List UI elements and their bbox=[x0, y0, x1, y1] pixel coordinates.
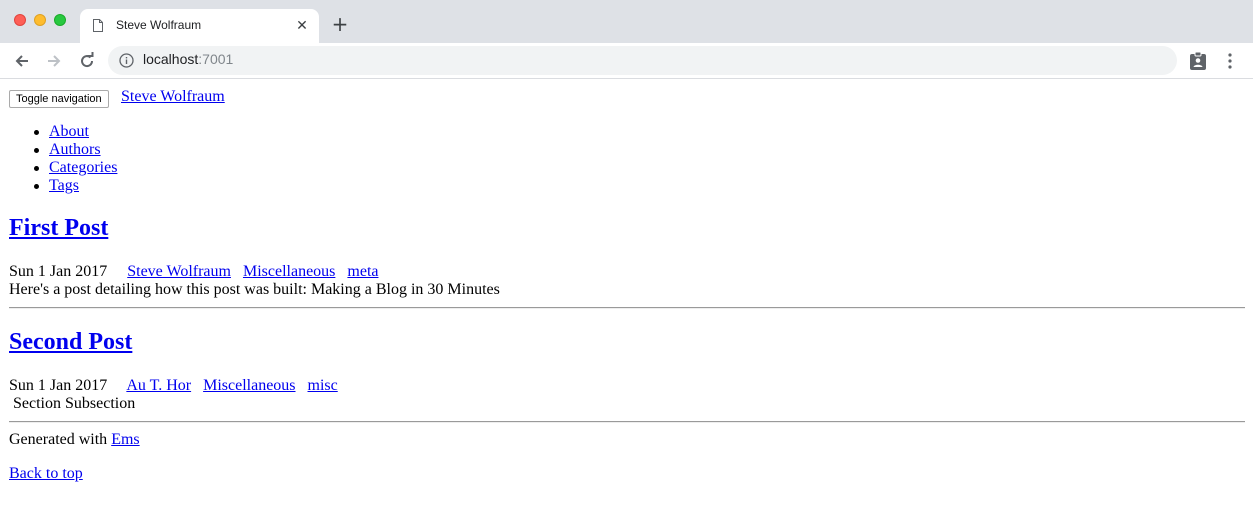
window-minimize-button[interactable] bbox=[34, 14, 46, 26]
post-date: Sun 1 Jan 2017 bbox=[9, 377, 108, 394]
browser-tab-strip: Steve Wolfraum ✕ + bbox=[0, 0, 1253, 43]
post-category-link[interactable]: Miscellaneous bbox=[203, 377, 295, 394]
post-excerpt: Section Subsection bbox=[9, 395, 136, 412]
close-tab-icon[interactable]: ✕ bbox=[294, 18, 310, 34]
nav-item-categories: Categories bbox=[34, 159, 117, 177]
post-title-link[interactable]: First Post bbox=[9, 215, 108, 242]
page-content: Toggle navigation Steve Wolfraum About A… bbox=[0, 79, 1253, 528]
post-category-link[interactable]: Miscellaneous bbox=[243, 263, 335, 280]
clipboard-user-icon[interactable] bbox=[1189, 51, 1207, 71]
forward-arrow-icon[interactable] bbox=[44, 51, 64, 71]
browser-tab[interactable]: Steve Wolfraum ✕ bbox=[80, 9, 319, 43]
toggle-navigation-button[interactable]: Toggle navigation bbox=[9, 90, 109, 108]
browser-toolbar: localhost:7001 bbox=[0, 43, 1253, 79]
nav-item-tags: Tags bbox=[34, 177, 117, 195]
reload-icon[interactable] bbox=[77, 51, 97, 71]
footer-generated: Generated with Ems bbox=[9, 431, 140, 449]
back-arrow-icon[interactable] bbox=[12, 51, 32, 71]
main-nav: About Authors Categories Tags bbox=[34, 123, 117, 195]
nav-item-authors: Authors bbox=[34, 141, 117, 159]
more-vert-icon[interactable] bbox=[1222, 51, 1238, 71]
nav-link-categories[interactable]: Categories bbox=[49, 159, 117, 176]
nav-link-tags[interactable]: Tags bbox=[49, 177, 79, 194]
post-author-link[interactable]: Steve Wolfraum bbox=[127, 263, 231, 280]
post-title-link[interactable]: Second Post bbox=[9, 329, 132, 356]
info-icon[interactable] bbox=[119, 53, 134, 68]
bullet bbox=[34, 148, 39, 153]
post-date: Sun 1 Jan 2017 bbox=[9, 263, 108, 280]
document-icon bbox=[93, 19, 103, 32]
address-bar[interactable]: localhost:7001 bbox=[108, 46, 1177, 75]
url-host: localhost bbox=[143, 51, 199, 67]
post-divider bbox=[9, 421, 1245, 423]
url-text[interactable]: localhost:7001 bbox=[143, 51, 233, 67]
generated-text: Generated with bbox=[9, 431, 112, 448]
window-close-button[interactable] bbox=[14, 14, 26, 26]
post-meta: Sun 1 Jan 2017 Au T. Hor Miscellaneous m… bbox=[9, 377, 338, 395]
new-tab-button[interactable]: + bbox=[330, 14, 350, 34]
post-tag-link[interactable]: meta bbox=[347, 263, 378, 280]
nav-link-authors[interactable]: Authors bbox=[49, 141, 101, 158]
post-excerpt: Here's a post detailing how this post wa… bbox=[9, 281, 500, 298]
post-author-link[interactable]: Au T. Hor bbox=[126, 377, 191, 394]
tab-title: Steve Wolfraum bbox=[116, 18, 202, 32]
post-divider bbox=[9, 307, 1245, 309]
back-to-top-link[interactable]: Back to top bbox=[9, 465, 83, 483]
bullet bbox=[34, 130, 39, 135]
site-brand-link[interactable]: Steve Wolfraum bbox=[121, 88, 225, 106]
bullet bbox=[34, 184, 39, 189]
post-meta: Sun 1 Jan 2017 Steve Wolfraum Miscellane… bbox=[9, 263, 378, 281]
nav-item-about: About bbox=[34, 123, 117, 141]
nav-link-about[interactable]: About bbox=[49, 123, 89, 140]
bullet bbox=[34, 166, 39, 171]
window-zoom-button[interactable] bbox=[54, 14, 66, 26]
post-tag-link[interactable]: misc bbox=[308, 377, 338, 394]
generator-link[interactable]: Ems bbox=[111, 431, 139, 448]
url-port: :7001 bbox=[198, 51, 234, 67]
